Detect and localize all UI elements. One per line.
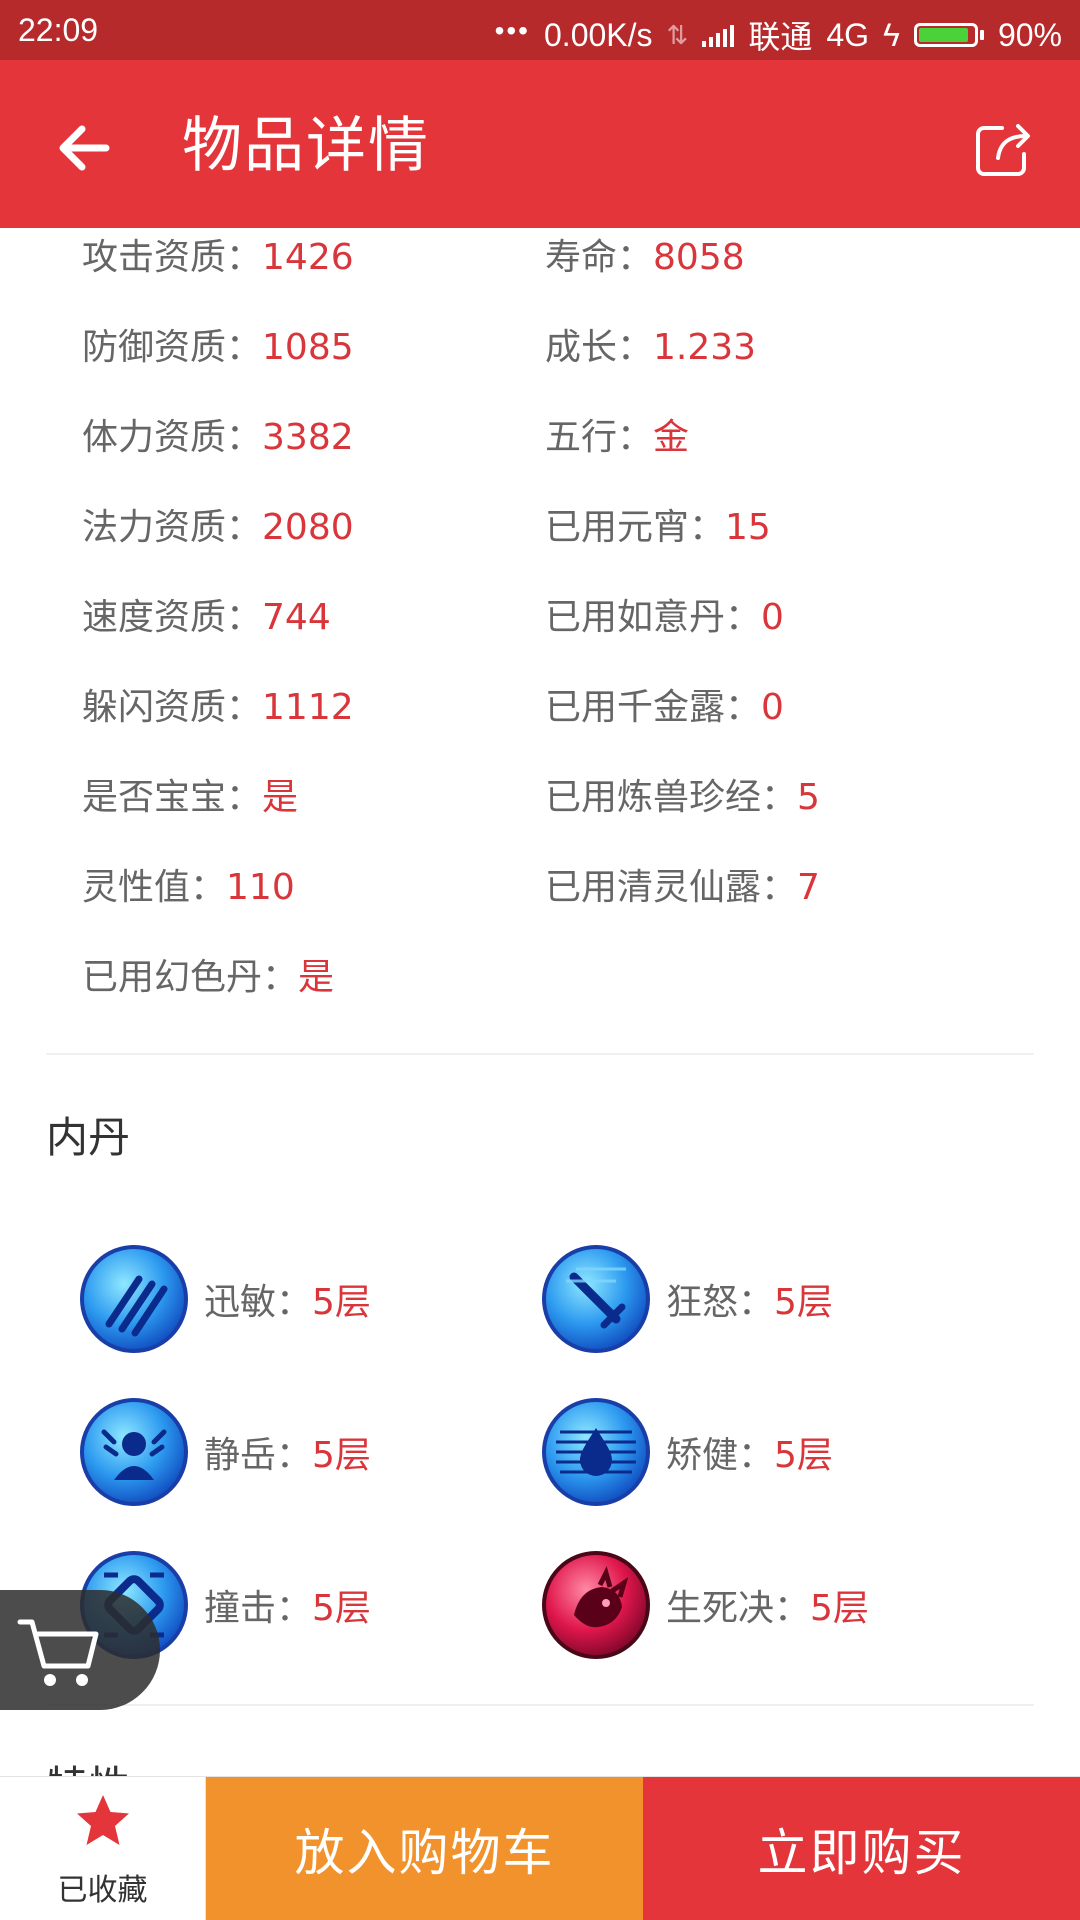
battery-percent: 90% xyxy=(997,16,1062,53)
back-button[interactable] xyxy=(50,112,122,184)
sword-icon xyxy=(542,1245,650,1353)
back-arrow-icon xyxy=(59,125,110,171)
battery-icon xyxy=(913,23,984,47)
neidan-label: 撞击：5层 xyxy=(204,1588,371,1629)
neidan-label: 矫健：5层 xyxy=(666,1435,833,1476)
network-speed: 0.00K/s xyxy=(544,16,653,53)
attr-used-ruyi-pill: 已用如意丹：0 xyxy=(545,597,784,638)
floating-cart-button[interactable] xyxy=(0,1590,160,1710)
neidan-label: 迅敏：5层 xyxy=(204,1282,371,1323)
attr-used-color-pill: 已用幻色丹：是 xyxy=(82,957,335,998)
attr-used-yuanxiao: 已用元宵：15 xyxy=(545,507,771,548)
cart-icon xyxy=(17,1619,99,1686)
attr-used-beast-scripture: 已用炼兽珍经：5 xyxy=(545,777,820,818)
traits-section-title: 特性 xyxy=(46,1753,130,1776)
neidan-item-jiaojian[interactable]: 矫健：5层 xyxy=(542,1397,833,1507)
neidan-section-title: 内丹 xyxy=(46,1113,131,1162)
neidan-item-jingyue[interactable]: 静岳：5层 xyxy=(80,1397,371,1507)
attr-used-qianjin-dew: 已用千金露：0 xyxy=(545,687,784,728)
status-right: ••• 0.00K/s ⇅ 联通 4G ϟ 90% xyxy=(495,12,1062,58)
figure-icon xyxy=(80,1398,188,1506)
attr-lifespan: 寿命：8058 xyxy=(545,237,745,278)
app-bar: 物品详情 xyxy=(0,60,1080,228)
signal-icon xyxy=(702,23,735,47)
item-detail-content[interactable]: 攻击资质：1426 防御资质：1085 体力资质：3382 法力资质：2080 … xyxy=(0,228,1080,1776)
neidan-label: 生死决：5层 xyxy=(666,1588,869,1629)
star-icon xyxy=(77,1795,129,1845)
buy-now-button[interactable]: 立即购买 xyxy=(643,1777,1080,1920)
attr-is-baby: 是否宝宝：是 xyxy=(82,777,299,818)
data-arrows-icon: ⇅ xyxy=(666,19,689,50)
attr-defense-aptitude: 防御资质：1085 xyxy=(82,327,354,368)
more-dots-icon: ••• xyxy=(494,15,530,46)
bottom-action-bar: 已收藏 放入购物车 立即购买 xyxy=(0,1776,1080,1920)
neidan-item-shengsijue[interactable]: 生死决：5层 xyxy=(542,1550,869,1660)
status-time: 22:09 xyxy=(18,12,99,48)
attr-spirit-value: 灵性值：110 xyxy=(82,867,295,908)
attr-growth: 成长：1.233 xyxy=(545,327,757,368)
page-title: 物品详情 xyxy=(182,111,430,181)
section-divider xyxy=(46,1053,1034,1055)
attr-element: 五行：金 xyxy=(545,417,690,458)
carrier-name: 联通 xyxy=(748,19,813,55)
attr-used-qingling-dew: 已用清灵仙露：7 xyxy=(545,867,820,908)
neidan-label: 狂怒：5层 xyxy=(666,1282,833,1323)
share-icon xyxy=(976,124,1030,176)
attr-stamina-aptitude: 体力资质：3382 xyxy=(82,417,354,458)
favorite-label: 已收藏 xyxy=(57,1873,148,1908)
neidan-label: 静岳：5层 xyxy=(204,1435,371,1476)
share-button[interactable] xyxy=(968,112,1040,184)
network-type: 4G xyxy=(826,16,870,53)
neidan-item-xunmin[interactable]: 迅敏：5层 xyxy=(80,1244,371,1354)
attr-magic-aptitude: 法力资质：2080 xyxy=(82,507,354,548)
attr-speed-aptitude: 速度资质：744 xyxy=(82,597,331,638)
add-to-cart-button[interactable]: 放入购物车 xyxy=(206,1777,643,1920)
beast-icon xyxy=(542,1551,650,1659)
charging-icon: ϟ xyxy=(883,16,900,53)
attr-dodge-aptitude: 躲闪资质：1112 xyxy=(82,687,354,728)
status-bar: 22:09 ••• 0.00K/s ⇅ 联通 4G ϟ 90% xyxy=(0,0,1080,60)
attr-attack-aptitude: 攻击资质：1426 xyxy=(82,237,354,278)
water-drop-icon xyxy=(542,1398,650,1506)
neidan-item-kuangnu[interactable]: 狂怒：5层 xyxy=(542,1244,833,1354)
claw-icon xyxy=(80,1245,188,1353)
favorite-button[interactable]: 已收藏 xyxy=(0,1777,206,1920)
section-divider xyxy=(46,1704,1034,1706)
